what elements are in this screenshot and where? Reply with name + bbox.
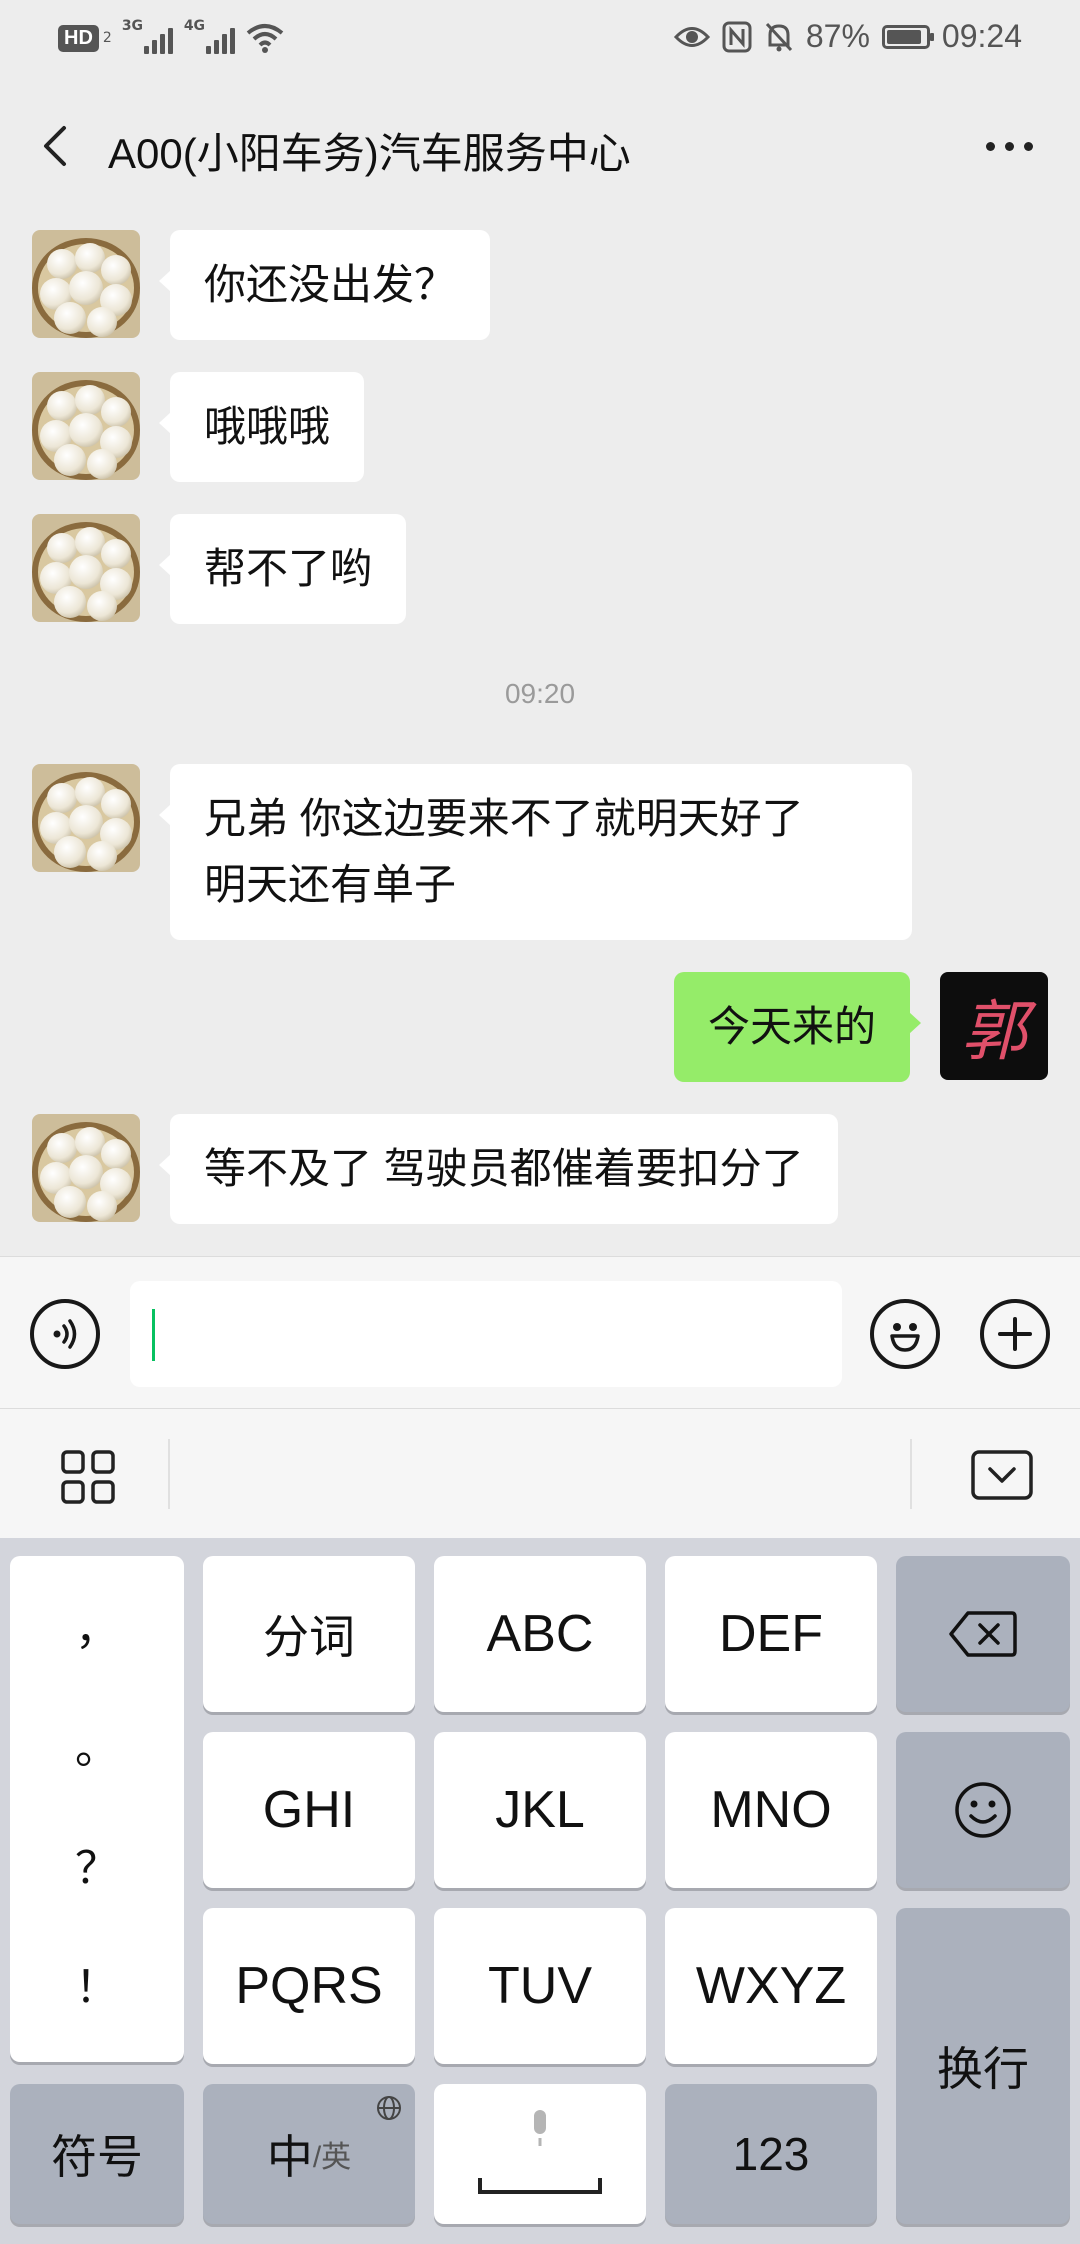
key-pqrs[interactable]: PQRS [203, 1908, 415, 2064]
hide-keyboard-button[interactable] [970, 1447, 1034, 1503]
message-input[interactable] [130, 1281, 842, 1387]
smiley-icon [890, 1323, 920, 1352]
key-abc[interactable]: ABC [434, 1556, 646, 1712]
signal-icon-2: 4G [184, 18, 236, 54]
wifi-icon [246, 24, 284, 53]
punct-exclaim-key[interactable]: ！ [75, 1958, 119, 2018]
divider [168, 1439, 170, 1509]
back-button[interactable] [30, 116, 90, 176]
message-bubble[interactable]: 等不及了 驾驶员都催着要扣分了 [159, 1114, 838, 1224]
numbers-key[interactable]: 123 [665, 2084, 877, 2224]
keyboard: ， 。 ？ ！ 分词 ABC DEF GHI JKL MNO PQRS TUV … [0, 1538, 1080, 2244]
battery-icon [881, 24, 934, 49]
key-jkl[interactable]: JKL [434, 1732, 646, 1888]
key-tuv[interactable]: TUV [434, 1908, 646, 2064]
punct-question-key[interactable]: ？ [75, 1839, 119, 1899]
punctuation-column[interactable]: ， 。 ？ ！ [10, 1556, 184, 2062]
backspace-icon [949, 1611, 1017, 1657]
enter-key[interactable]: 换行 [896, 1908, 1070, 2224]
text-caret [152, 1309, 155, 1361]
status-left: HD 2 3G 4G [58, 18, 284, 54]
bun-avatar-icon [32, 764, 140, 872]
plus-button[interactable] [980, 1299, 1050, 1369]
punct-comma-key[interactable]: ， [75, 1600, 119, 1660]
avatar[interactable] [32, 1114, 140, 1222]
smiley-icon [955, 1782, 1011, 1838]
clock: 09:24 [941, 18, 1022, 54]
symbols-key[interactable]: 符号 [10, 2084, 184, 2224]
status-right: 87% 09:24 [673, 18, 1022, 55]
message-bubble[interactable]: 帮不了哟 [158, 514, 407, 624]
key-segment[interactable]: 分词 [203, 1556, 415, 1712]
message-bubble[interactable]: 兄弟 你这边要来不了就明天好了 明天还有单子 [159, 764, 912, 940]
avatar[interactable] [32, 764, 140, 872]
signal-1-tag: 3G [121, 18, 144, 34]
divider [910, 1439, 912, 1509]
timestamp: 09:20 [504, 678, 576, 709]
avatar[interactable]: 郭 [940, 972, 1048, 1080]
globe-icon [377, 2096, 401, 2120]
voice-icon [53, 1319, 77, 1349]
more-options-button[interactable] [974, 116, 1044, 176]
battery-percent: 87% [805, 18, 870, 54]
dot-icon [985, 141, 995, 151]
dot-icon [1004, 141, 1014, 151]
avatar[interactable] [32, 230, 140, 338]
chat-messages[interactable]: 你还没出发？ 哦哦哦 帮不了哟 09:20 兄弟 你这边要来不了就明天好了 明天… [0, 212, 1080, 1256]
space-bar-icon [478, 2178, 602, 2194]
battery-fill [886, 29, 921, 44]
key-ghi[interactable]: GHI [203, 1732, 415, 1888]
bun-avatar-icon [32, 230, 140, 338]
bun-avatar-icon [32, 372, 140, 480]
message-line: 明天还有单子 [204, 861, 457, 908]
hd-sub-label: 2 [102, 30, 112, 46]
eye-icon [673, 26, 710, 47]
mute-bell-icon [765, 22, 792, 51]
language-switch-key[interactable]: 中/英 [203, 2084, 415, 2224]
space-key[interactable] [434, 2084, 646, 2224]
dot-icon [1023, 141, 1033, 151]
message-bubble[interactable]: 今天来的 [673, 972, 922, 1082]
lang-main-label: 中 [266, 2131, 313, 2183]
emoji-button[interactable] [870, 1299, 940, 1369]
key-mno[interactable]: MNO [665, 1732, 877, 1888]
keyboard-menu-button[interactable] [60, 1449, 116, 1505]
lang-sub-label: /英 [312, 2141, 352, 2174]
bun-avatar-icon [32, 514, 140, 622]
voice-button[interactable] [30, 1299, 100, 1369]
chat-header: A00(小阳车务)汽车服务中心 [0, 80, 1080, 212]
emoji-key[interactable] [896, 1732, 1070, 1888]
signal-2-tag: 4G [183, 18, 206, 34]
grid-icon [61, 1450, 115, 1504]
avatar[interactable] [32, 514, 140, 622]
message-line: 兄弟 你这边要来不了就明天好了 [204, 795, 804, 842]
plus-icon [998, 1317, 1032, 1351]
chevron-left-icon [44, 126, 66, 166]
status-bar: HD 2 3G 4G 87% 09:24 [0, 0, 1080, 80]
microphone-icon [534, 2110, 546, 2146]
message-bubble[interactable]: 哦哦哦 [158, 372, 365, 482]
message-bubble[interactable]: 你还没出发？ [158, 230, 491, 340]
keyboard-toolbar [0, 1408, 1080, 1539]
punct-period-key[interactable]: 。 [75, 1719, 119, 1779]
nfc-icon [722, 21, 752, 52]
key-wxyz[interactable]: WXYZ [665, 1908, 877, 2064]
avatar-char: 郭 [961, 993, 1027, 1070]
page-title: A00(小阳车务)汽车服务中心 [108, 130, 631, 177]
signal-icon-1: 3G [122, 18, 174, 54]
input-bar [0, 1256, 1080, 1409]
hd-badge: HD [58, 24, 99, 52]
key-def[interactable]: DEF [665, 1556, 877, 1712]
avatar[interactable] [32, 372, 140, 480]
keyboard-collapse-icon [971, 1450, 1033, 1500]
backspace-key[interactable] [896, 1556, 1070, 1712]
bun-avatar-icon [32, 1114, 140, 1222]
